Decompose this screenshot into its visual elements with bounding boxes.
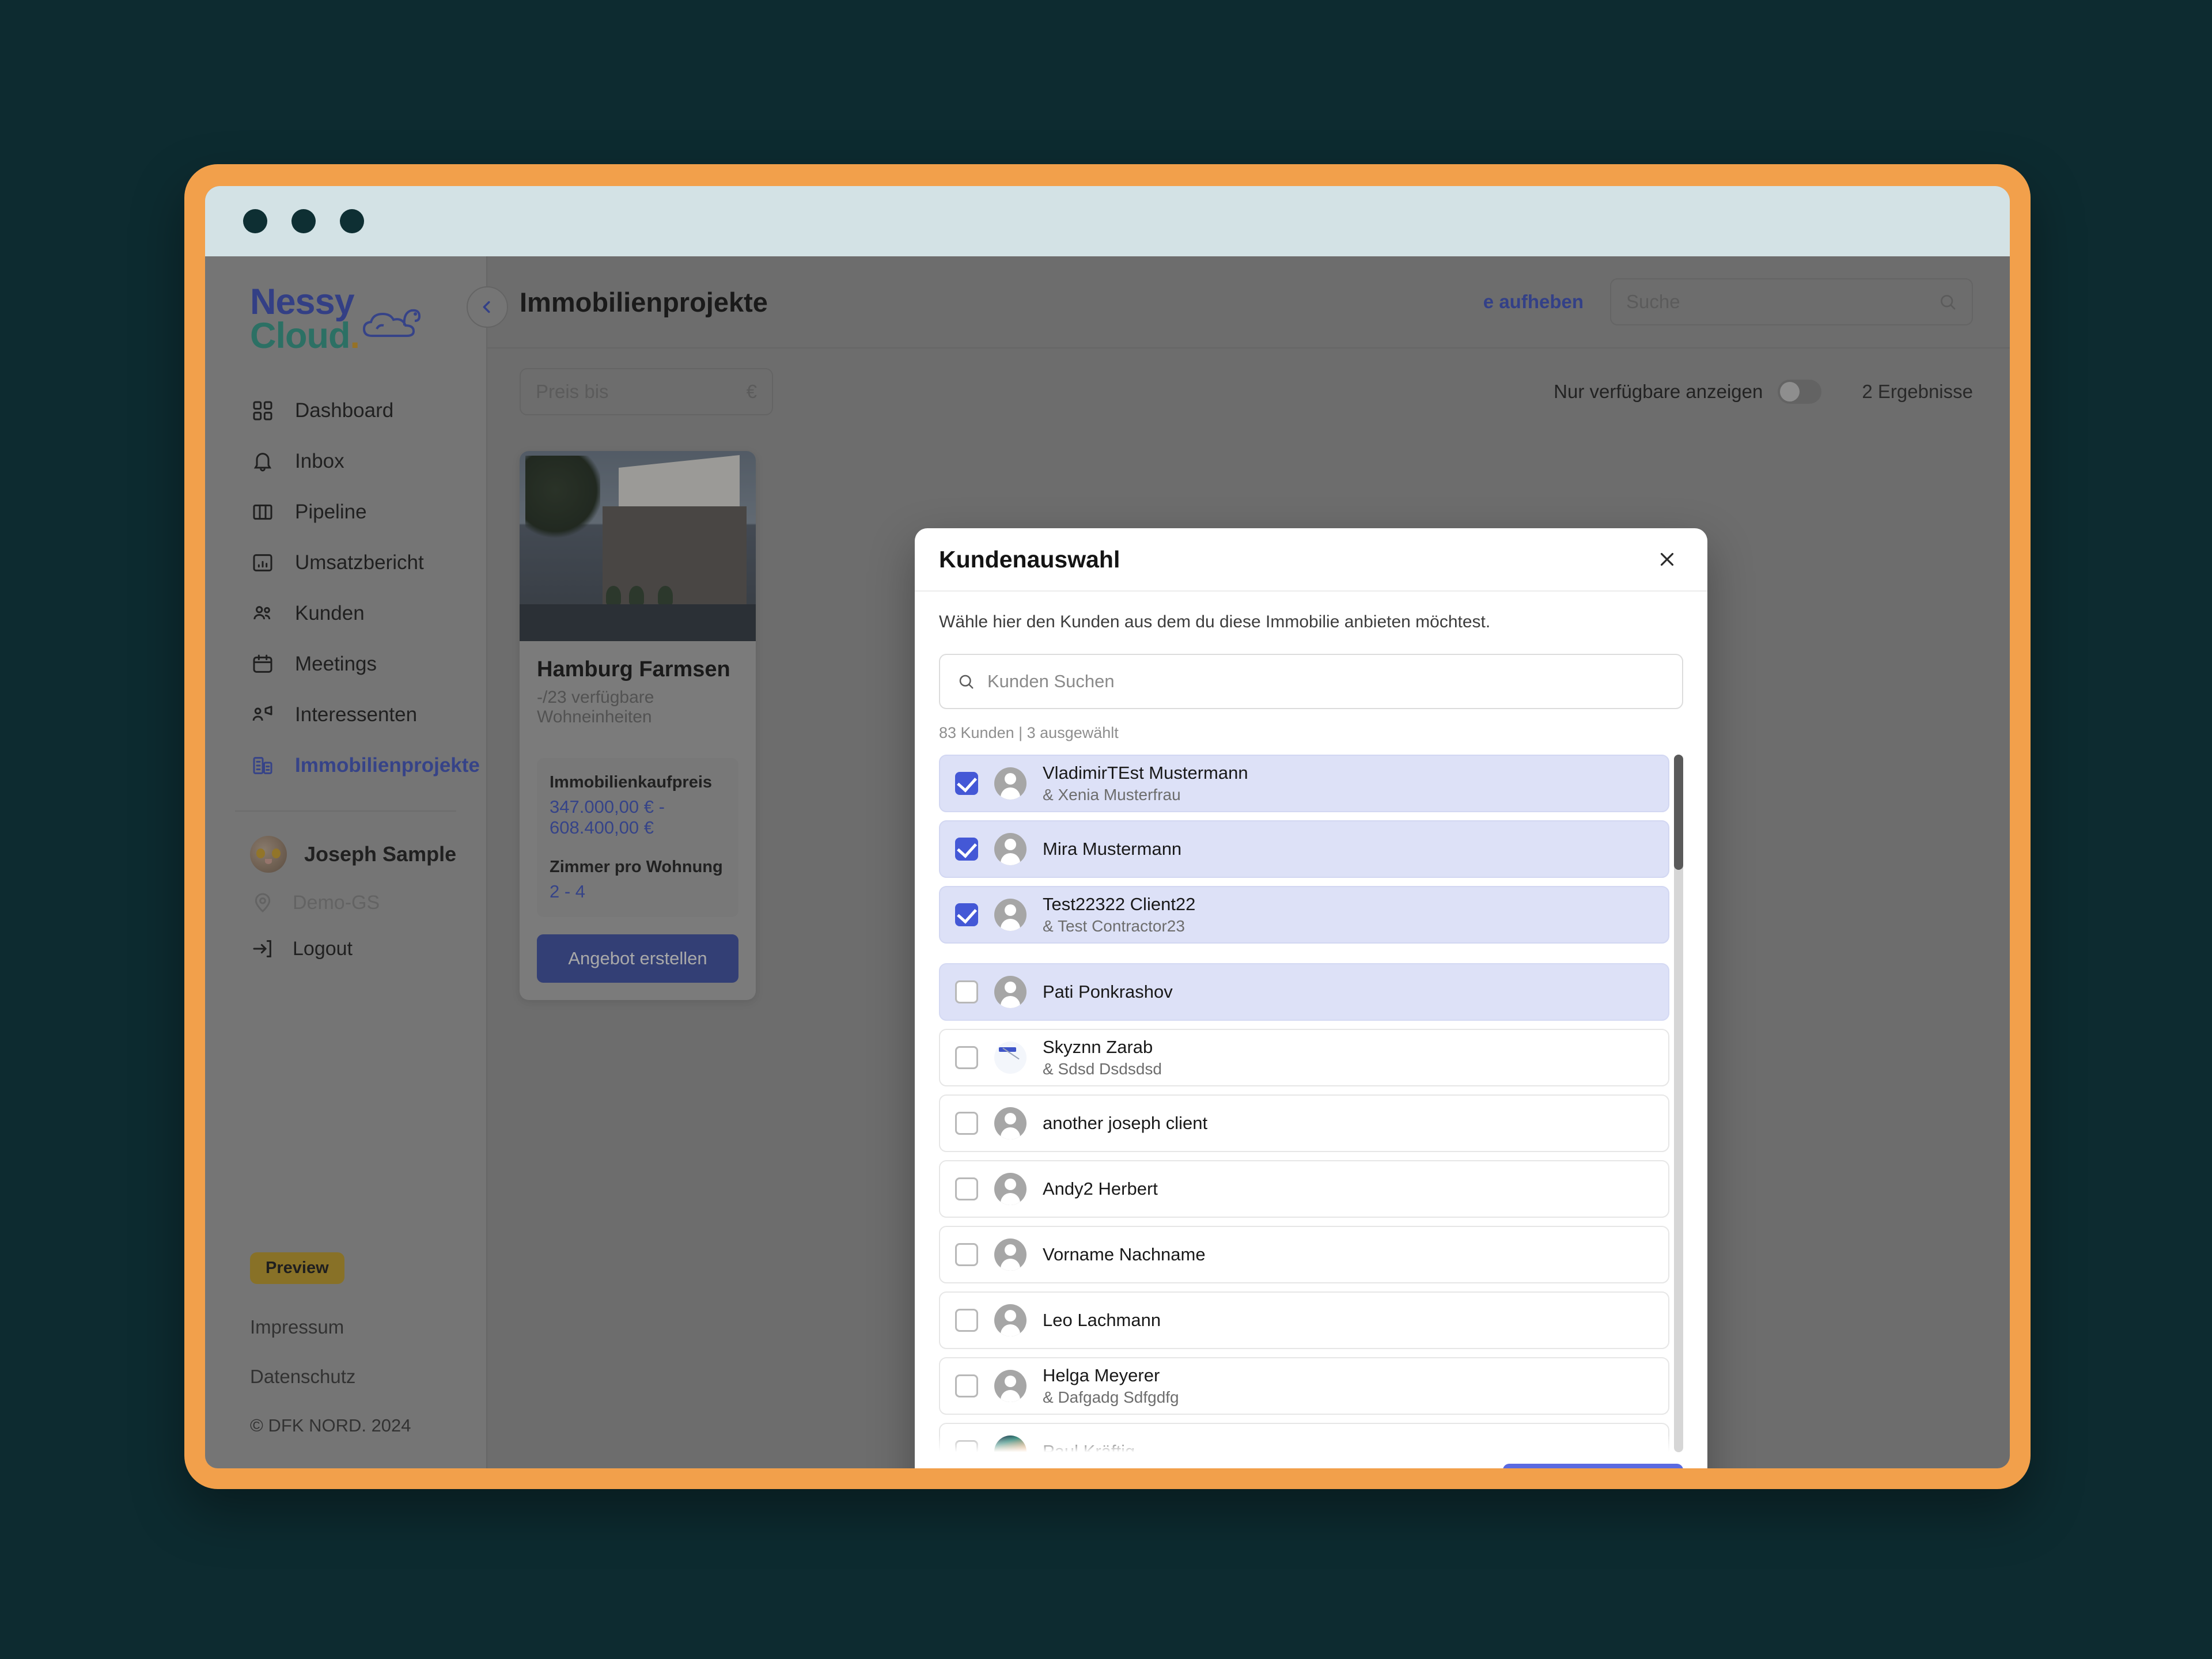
customer-names: Leo Lachmann xyxy=(1043,1310,1161,1331)
default-person-avatar-icon xyxy=(994,976,1027,1008)
customer-names: Skyznn Zarab & Sdsd Dsdsdsd xyxy=(1043,1037,1162,1078)
checkbox[interactable] xyxy=(955,772,978,795)
default-person-avatar-icon xyxy=(994,833,1027,865)
list-scrollbar[interactable] xyxy=(1674,755,1683,1452)
customer-name: Pati Ponkrashov xyxy=(1043,982,1173,1002)
customer-names: VladimirTEst Mustermann & Xenia Musterfr… xyxy=(1043,763,1248,804)
modal-header: Kundenauswahl xyxy=(915,528,1707,592)
customer-list[interactable]: VladimirTEst Mustermann & Xenia Musterfr… xyxy=(939,755,1683,1452)
search-icon xyxy=(957,673,975,690)
window-minimize-dot[interactable] xyxy=(291,209,316,233)
window-body: Nessy Cloud. xyxy=(205,186,2010,1468)
customer-name: Leo Lachmann xyxy=(1043,1310,1161,1331)
customer-partner: & Test Contractor23 xyxy=(1043,917,1195,935)
photo-avatar-icon xyxy=(994,1041,1027,1074)
customer-names: Andy2 Herbert xyxy=(1043,1179,1158,1199)
customer-partner: & Dafgadg Sdfgdfg xyxy=(1043,1388,1179,1407)
default-person-avatar-icon xyxy=(994,1107,1027,1139)
customer-name: Test22322 Client22 xyxy=(1043,894,1195,915)
list-item[interactable]: VladimirTEst Mustermann & Xenia Musterfr… xyxy=(939,755,1669,812)
checkbox[interactable] xyxy=(955,1309,978,1332)
list-item[interactable]: Vorname Nachname xyxy=(939,1226,1669,1283)
customer-search-placeholder: Kunden Suchen xyxy=(987,671,1115,692)
checkbox[interactable] xyxy=(955,1243,978,1266)
customer-name: Paul Kräftig xyxy=(1043,1441,1135,1452)
browser-window-frame: Nessy Cloud. xyxy=(184,164,2031,1489)
default-person-avatar-icon xyxy=(994,1238,1027,1271)
customer-names: Mira Mustermann xyxy=(1043,839,1181,859)
create-offer-submit-button[interactable]: Angebot erstellen xyxy=(1503,1464,1683,1469)
default-person-avatar-icon xyxy=(994,1304,1027,1336)
default-person-avatar-icon xyxy=(994,899,1027,931)
close-icon[interactable] xyxy=(1651,543,1683,575)
customer-name: VladimirTEst Mustermann xyxy=(1043,763,1248,783)
default-person-avatar-icon xyxy=(994,1370,1027,1402)
customer-names: Helga Meyerer & Dafgadg Sdfgdfg xyxy=(1043,1365,1179,1407)
window-title-bar xyxy=(205,186,2010,256)
customer-name: Skyznn Zarab xyxy=(1043,1037,1162,1058)
customer-selection-modal: Kundenauswahl Wähle hier den Kunden aus … xyxy=(915,528,1707,1468)
checkbox[interactable] xyxy=(955,1374,978,1397)
customer-names: Paul Kräftig xyxy=(1043,1441,1135,1452)
checkbox[interactable] xyxy=(955,1177,978,1200)
app-area: Nessy Cloud. xyxy=(205,256,2010,1468)
customer-search-input[interactable]: Kunden Suchen xyxy=(939,654,1683,709)
customer-names: Vorname Nachname xyxy=(1043,1244,1206,1265)
list-item[interactable]: another joseph client xyxy=(939,1094,1669,1152)
customer-names: Pati Ponkrashov xyxy=(1043,982,1173,1002)
customer-name: another joseph client xyxy=(1043,1113,1207,1134)
photo-avatar-icon xyxy=(994,1435,1027,1452)
modal-description: Wähle hier den Kunden aus dem du diese I… xyxy=(939,612,1683,632)
modal-title: Kundenauswahl xyxy=(939,546,1120,573)
customer-name: Mira Mustermann xyxy=(1043,839,1181,859)
checkbox[interactable] xyxy=(955,903,978,926)
window-maximize-dot[interactable] xyxy=(340,209,364,233)
customer-names: Test22322 Client22 & Test Contractor23 xyxy=(1043,894,1195,935)
list-item[interactable]: Mira Mustermann xyxy=(939,820,1669,878)
customer-name: Vorname Nachname xyxy=(1043,1244,1206,1265)
customer-names: another joseph client xyxy=(1043,1113,1207,1134)
list-item[interactable]: Paul Kräftig xyxy=(939,1423,1669,1452)
list-item[interactable]: Andy2 Herbert xyxy=(939,1160,1669,1218)
list-item[interactable]: Test22322 Client22 & Test Contractor23 xyxy=(939,886,1669,944)
list-item[interactable]: Helga Meyerer & Dafgadg Sdfgdfg xyxy=(939,1357,1669,1415)
window-close-dot[interactable] xyxy=(243,209,267,233)
scrollbar-thumb[interactable] xyxy=(1674,755,1683,870)
customer-name: Helga Meyerer xyxy=(1043,1365,1179,1386)
customer-partner: & Xenia Musterfrau xyxy=(1043,786,1248,804)
checkbox[interactable] xyxy=(955,980,978,1003)
checkbox[interactable] xyxy=(955,1046,978,1069)
modal-body: Wähle hier den Kunden aus dem du diese I… xyxy=(915,592,1707,1452)
default-person-avatar-icon xyxy=(994,1173,1027,1205)
checkbox[interactable] xyxy=(955,838,978,861)
checkbox[interactable] xyxy=(955,1440,978,1452)
checkbox[interactable] xyxy=(955,1112,978,1135)
customer-name: Andy2 Herbert xyxy=(1043,1179,1158,1199)
customer-count: 83 Kunden | 3 ausgewählt xyxy=(939,724,1683,742)
modal-footer: Angebot erstellen xyxy=(915,1452,1707,1468)
customer-partner: & Sdsd Dsdsdsd xyxy=(1043,1060,1162,1078)
default-person-avatar-icon xyxy=(994,767,1027,800)
list-item[interactable]: Skyznn Zarab & Sdsd Dsdsdsd xyxy=(939,1029,1669,1086)
list-item[interactable]: Leo Lachmann xyxy=(939,1291,1669,1349)
list-item[interactable]: Pati Ponkrashov xyxy=(939,963,1669,1021)
